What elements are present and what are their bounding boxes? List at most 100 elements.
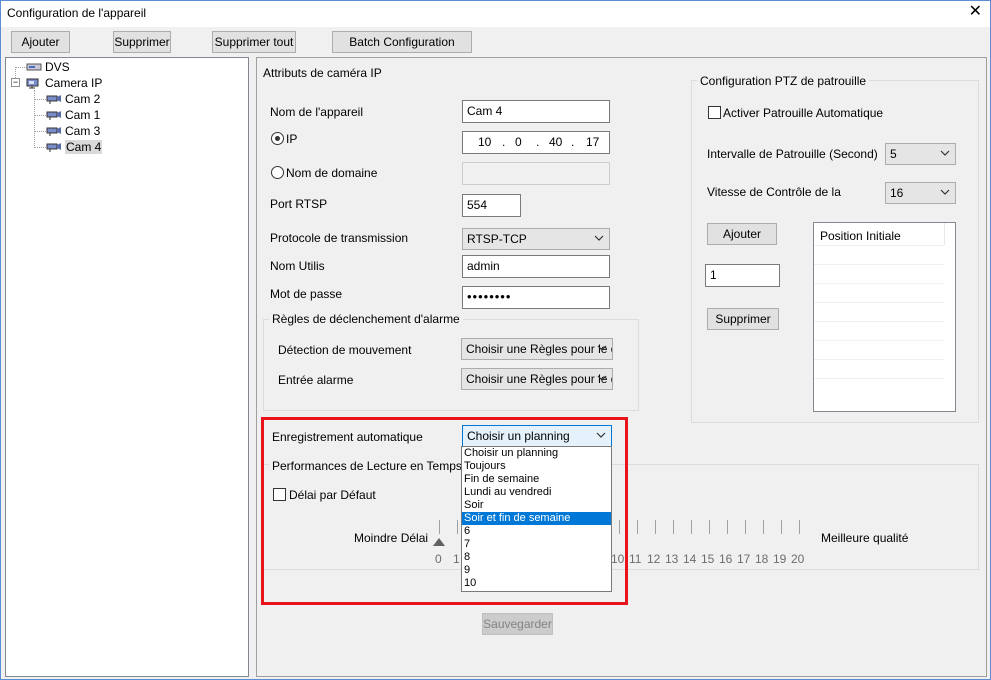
slider-tick xyxy=(781,520,782,534)
camera-icon xyxy=(46,95,61,104)
slider-tick xyxy=(655,520,656,534)
camera-icon xyxy=(46,111,61,120)
slider-tick xyxy=(799,520,800,534)
best-quality-label: Meilleure qualité xyxy=(821,531,909,545)
preset-list-header: Position Initiale xyxy=(820,229,901,243)
list-row xyxy=(814,378,944,379)
motion-detection-select[interactable]: Choisir une Règles pour le d xyxy=(461,338,613,360)
camera-icon xyxy=(46,127,61,136)
ip-radio[interactable] xyxy=(271,132,284,145)
domain-radio[interactable] xyxy=(271,166,284,179)
tree-item-cam[interactable]: Cam 1 xyxy=(46,108,100,122)
ip-label: IP xyxy=(286,132,298,146)
alarm-rules-group xyxy=(263,319,639,411)
control-speed-select[interactable]: 16 xyxy=(885,182,956,204)
list-row xyxy=(814,321,944,322)
list-row xyxy=(814,283,944,284)
slider-tick xyxy=(709,520,710,534)
chevron-down-icon xyxy=(597,345,607,351)
list-row xyxy=(814,302,944,303)
delete-device-button[interactable]: Supprimer xyxy=(113,31,171,53)
batch-configuration-button[interactable]: Batch Configuration xyxy=(332,31,472,53)
chevron-down-icon xyxy=(597,375,607,381)
ip-octet: 10 xyxy=(478,135,492,149)
slider-tick xyxy=(745,520,746,534)
username-input[interactable]: admin xyxy=(462,255,610,278)
domain-input[interactable] xyxy=(462,162,610,185)
patrol-interval-select[interactable]: 5 xyxy=(885,143,956,165)
protocol-label: Protocole de transmission xyxy=(270,231,409,245)
tree-item-cam[interactable]: Cam 3 xyxy=(46,124,100,138)
slider-tick xyxy=(691,520,692,534)
title-bar: Configuration de l'appareil ✕ xyxy=(1,1,990,27)
save-button[interactable]: Sauvegarder xyxy=(482,613,553,635)
collapse-toggle-icon[interactable]: − xyxy=(11,78,20,87)
preset-list[interactable]: Position Initiale xyxy=(813,222,956,412)
slider-tick xyxy=(763,520,764,534)
device-config-window: Configuration de l'appareil ✕ Ajouter Su… xyxy=(0,0,991,680)
window-title: Configuration de l'appareil xyxy=(7,6,147,20)
slider-tick-label: 14 xyxy=(683,552,697,566)
slider-tick-label: 18 xyxy=(755,552,769,566)
dvr-icon xyxy=(26,63,42,71)
motion-detection-value: Choisir une Règles pour le d xyxy=(466,342,613,356)
ip-separator: . xyxy=(536,135,540,149)
ip-octet: 0 xyxy=(515,135,522,149)
ip-separator: . xyxy=(502,135,506,149)
auto-patrol-label: Activer Patrouille Automatique xyxy=(723,106,884,120)
ip-octet: 40 xyxy=(549,135,563,149)
patrol-interval-label: Intervalle de Patrouille (Second) xyxy=(707,147,878,161)
alarm-input-select[interactable]: Choisir une Règles pour le d xyxy=(461,368,613,390)
motion-detection-label: Détection de mouvement xyxy=(278,343,412,357)
tree-label-cam: Cam 1 xyxy=(65,108,101,122)
tree-label-cam: Cam 2 xyxy=(65,92,101,106)
control-speed-value: 16 xyxy=(890,186,904,200)
preset-input[interactable]: 1 xyxy=(705,264,780,287)
device-name-input[interactable]: Cam 4 xyxy=(462,100,610,123)
rtsp-port-input[interactable]: 554 xyxy=(462,194,521,217)
list-row xyxy=(814,359,944,360)
slider-tick-label: 16 xyxy=(719,552,733,566)
alarm-input-value: Choisir une Règles pour le d xyxy=(466,372,613,386)
tree-item-camera-ip[interactable]: Camera IP xyxy=(26,76,102,90)
slider-tick-label: 13 xyxy=(665,552,679,566)
password-label: Mot de passe xyxy=(270,287,343,301)
slider-tick xyxy=(673,520,674,534)
patrol-interval-value: 5 xyxy=(890,147,897,161)
username-label: Nom Utilis xyxy=(270,259,325,273)
rtsp-port-label: Port RTSP xyxy=(270,197,328,211)
tree-item-cam[interactable]: Cam 2 xyxy=(46,92,100,106)
ip-octet: 17 xyxy=(586,135,600,149)
device-tree[interactable]: DVS − Camera IP Cam 2 Cam 1 Cam 3 Cam 4 xyxy=(5,57,249,677)
tree-item-cam-selected[interactable]: Cam 4 xyxy=(46,140,103,154)
slider-tick-label: 15 xyxy=(701,552,715,566)
slider-tick-label: 12 xyxy=(647,552,661,566)
ptz-add-button[interactable]: Ajouter xyxy=(707,223,777,245)
ptz-delete-button[interactable]: Supprimer xyxy=(707,308,779,330)
tree-label-cam: Cam 4 xyxy=(65,140,103,154)
ip-address-input[interactable]: 10 . 0 . 40 . 17 xyxy=(462,131,610,154)
device-name-label: Nom de l'appareil xyxy=(270,105,364,119)
protocol-select[interactable]: RTSP-TCP xyxy=(462,228,610,250)
slider-tick xyxy=(637,520,638,534)
list-row xyxy=(814,340,944,341)
chevron-down-icon xyxy=(940,189,950,195)
add-device-button[interactable]: Ajouter xyxy=(11,31,70,53)
slider-tick-label: 20 xyxy=(791,552,805,566)
tree-label-dvs: DVS xyxy=(45,60,70,74)
control-speed-label: Vitesse de Contrôle de la xyxy=(707,185,841,199)
tree-label-camera-ip: Camera IP xyxy=(45,76,103,90)
highlight-annotation-box xyxy=(261,417,628,605)
close-icon[interactable]: ✕ xyxy=(969,4,982,20)
auto-patrol-checkbox[interactable] xyxy=(708,106,721,119)
slider-tick-label: 17 xyxy=(737,552,751,566)
chevron-down-icon xyxy=(594,235,604,241)
password-input[interactable]: •••••••• xyxy=(462,286,610,309)
alarm-input-label: Entrée alarme xyxy=(278,373,354,387)
alarm-rules-title: Règles de déclenchement d'alarme xyxy=(269,312,463,326)
delete-all-button[interactable]: Supprimer tout xyxy=(212,31,296,53)
tree-item-dvs[interactable]: DVS xyxy=(26,60,70,74)
list-row xyxy=(814,245,944,246)
list-row xyxy=(814,264,944,265)
slider-tick-label: 19 xyxy=(773,552,787,566)
